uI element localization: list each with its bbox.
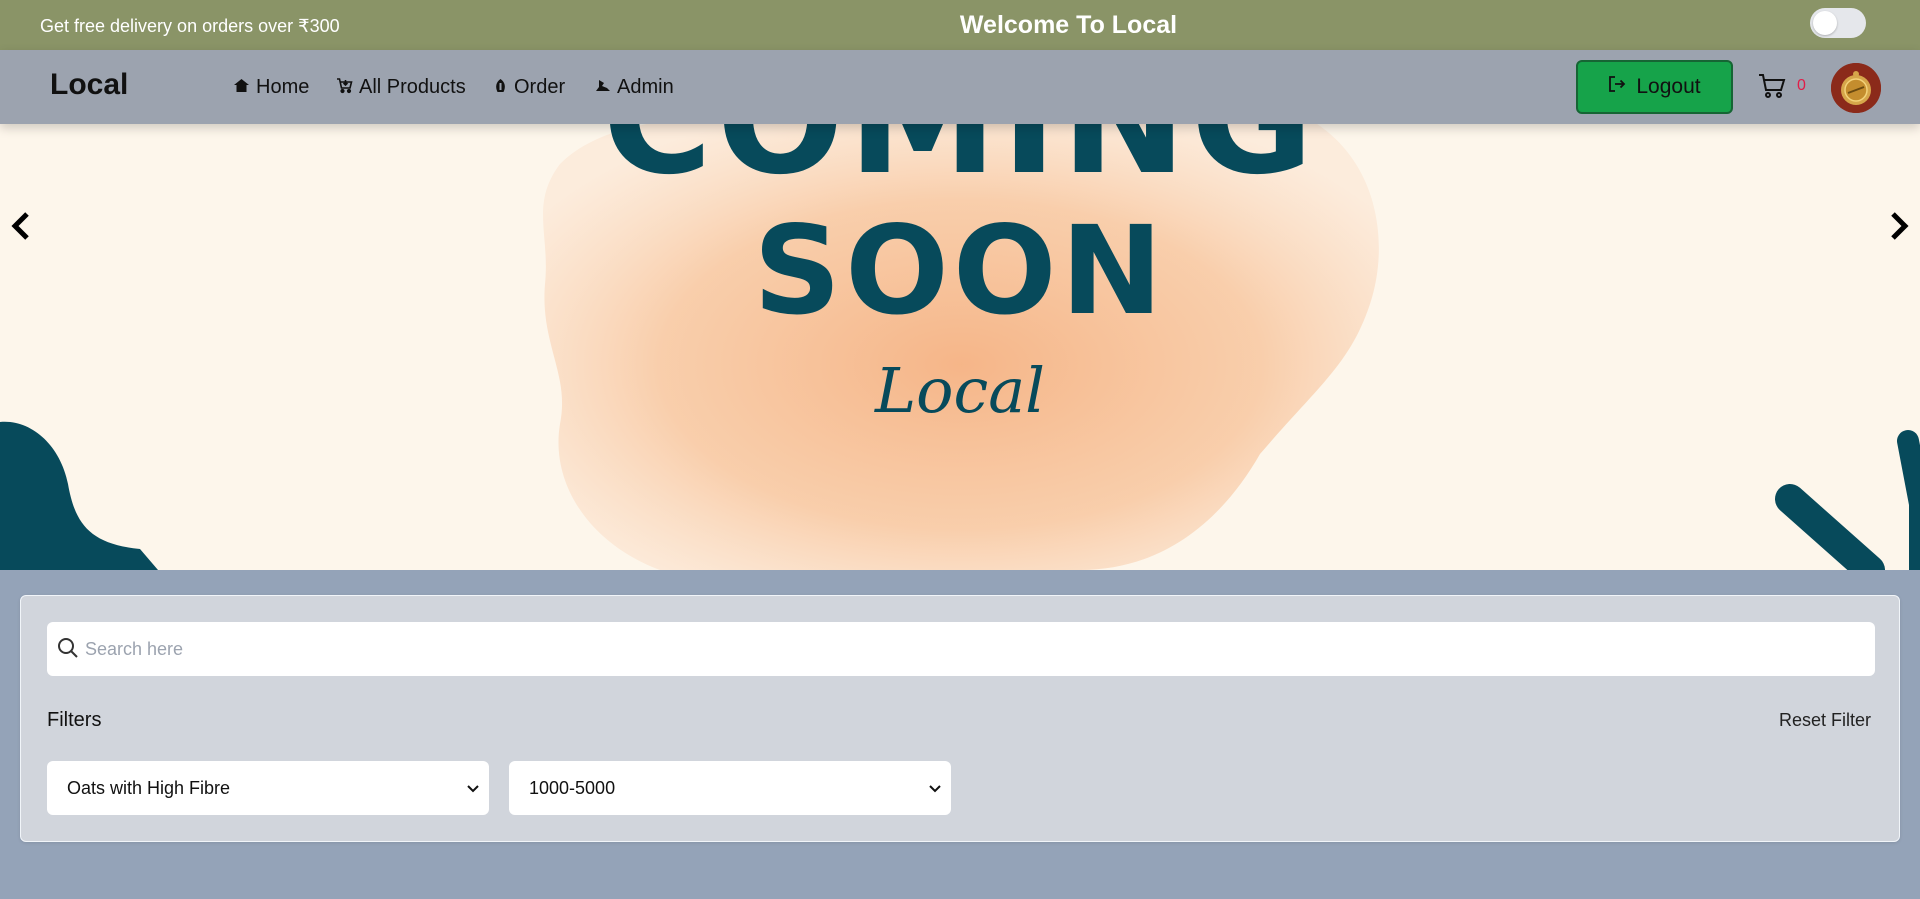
- navbar: Local Home All Products Order Admin Logo…: [0, 50, 1920, 124]
- theme-toggle[interactable]: [1810, 8, 1866, 38]
- nav-link-admin[interactable]: Admin: [595, 76, 674, 99]
- avatar[interactable]: [1831, 63, 1881, 113]
- price-range-select[interactable]: 1000-5000: [509, 761, 951, 815]
- chevron-down-icon: [925, 778, 945, 803]
- nav-link-all-products[interactable]: All Products: [336, 76, 466, 99]
- nav-link-label: Admin: [617, 76, 674, 98]
- filters-heading: Filters: [47, 709, 102, 731]
- nav-link-home[interactable]: Home: [233, 76, 309, 99]
- search-icon: [57, 637, 79, 664]
- order-icon: [493, 78, 508, 97]
- price-selected-value: 1000-5000: [529, 778, 616, 798]
- chevron-down-icon: [463, 778, 483, 803]
- nav-link-order[interactable]: Order: [493, 76, 565, 99]
- hero-brand-script: Local: [874, 354, 1045, 427]
- toggle-knob: [1813, 11, 1837, 35]
- shopping-cart-icon[interactable]: [1758, 73, 1786, 104]
- logout-icon: [1608, 75, 1626, 99]
- chevron-left-icon: [9, 211, 31, 246]
- nav-link-label: Home: [256, 76, 310, 98]
- logout-label: Logout: [1636, 75, 1701, 98]
- hero-title: SOON: [753, 200, 1167, 342]
- reset-filter-button[interactable]: Reset Filter: [1761, 710, 1871, 731]
- category-selected-value: Oats with High Fibre: [67, 778, 231, 798]
- category-select[interactable]: Oats with High Fibre: [47, 761, 489, 815]
- carousel-next-button[interactable]: [1880, 208, 1920, 248]
- admin-icon: [595, 79, 611, 97]
- announcement-bar: Get free delivery on orders over ₹300 We…: [0, 0, 1920, 50]
- free-delivery-text: Get free delivery on orders over ₹300: [40, 16, 340, 36]
- cart-icon: [336, 77, 353, 98]
- nav-link-label: All Products: [359, 76, 466, 98]
- home-icon: [233, 78, 250, 97]
- search-input[interactable]: [85, 622, 1855, 676]
- filter-panel: Filters Reset Filter Oats with High Fibr…: [20, 595, 1900, 842]
- search-box: [47, 622, 1875, 676]
- hero-banner: COMING SOON Local: [0, 124, 1920, 570]
- carousel-prev-button[interactable]: [0, 208, 40, 248]
- hero-title-top: COMING: [0, 124, 1920, 208]
- logout-button[interactable]: Logout: [1576, 60, 1733, 114]
- nav-link-label: Order: [514, 76, 566, 98]
- cart-count: 0: [1797, 77, 1806, 94]
- chevron-right-icon: [1889, 211, 1911, 246]
- logo[interactable]: Local: [50, 68, 128, 102]
